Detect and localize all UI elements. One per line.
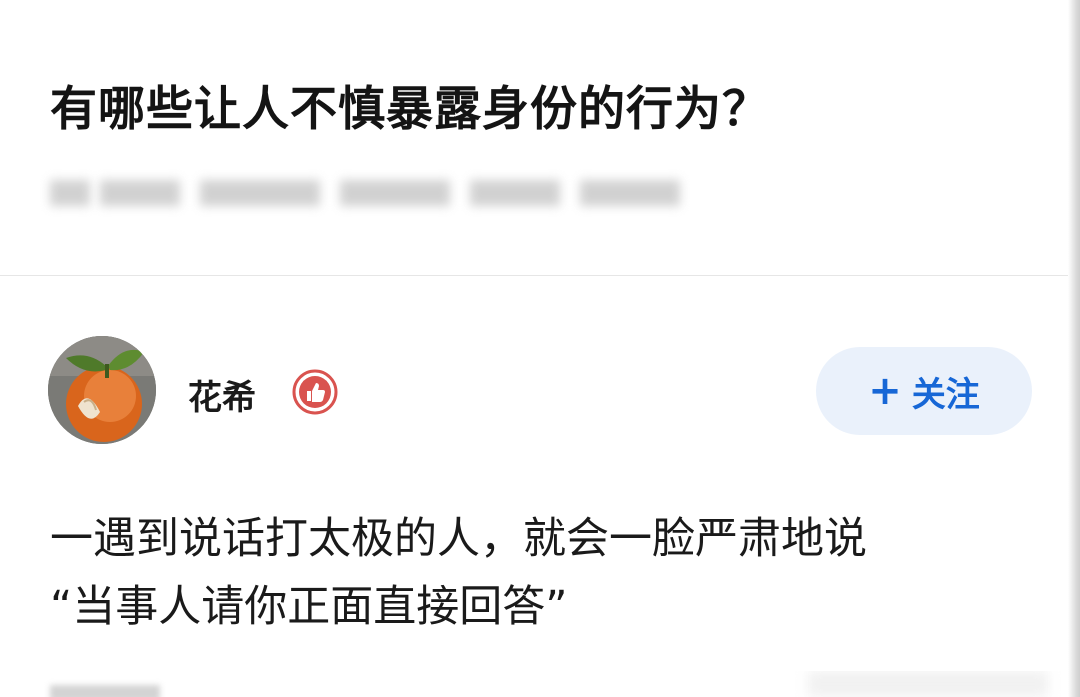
answer-content[interactable]: 一遇到说话打太极的人，就会一脸严肃地说 “当事人请你正面直接回答”	[50, 505, 1040, 641]
question-meta-blurred	[50, 170, 690, 216]
answer-page: 有哪些让人不慎暴露身份的行为？ 花希 + 关注 一遇到说话打太极的人，就会一脸严…	[0, 0, 1080, 697]
author-name[interactable]: 花希	[188, 370, 256, 419]
thumbs-up-badge-icon	[292, 369, 338, 415]
follow-button[interactable]: + 关注	[816, 347, 1032, 435]
scroll-edge-shadow	[1068, 0, 1080, 697]
answer-line: 一遇到说话打太极的人，就会一脸严肃地说	[50, 514, 867, 564]
avatar[interactable]	[48, 336, 156, 444]
answer-line: “当事人请你正面直接回答”	[50, 582, 568, 632]
follow-button-label: 关注	[911, 374, 980, 415]
bottom-cutoff	[0, 671, 1068, 697]
plus-icon: +	[868, 368, 902, 414]
section-divider	[0, 275, 1068, 276]
question-title[interactable]: 有哪些让人不慎暴露身份的行为？	[50, 70, 770, 139]
orange-fruit-avatar	[48, 336, 156, 444]
